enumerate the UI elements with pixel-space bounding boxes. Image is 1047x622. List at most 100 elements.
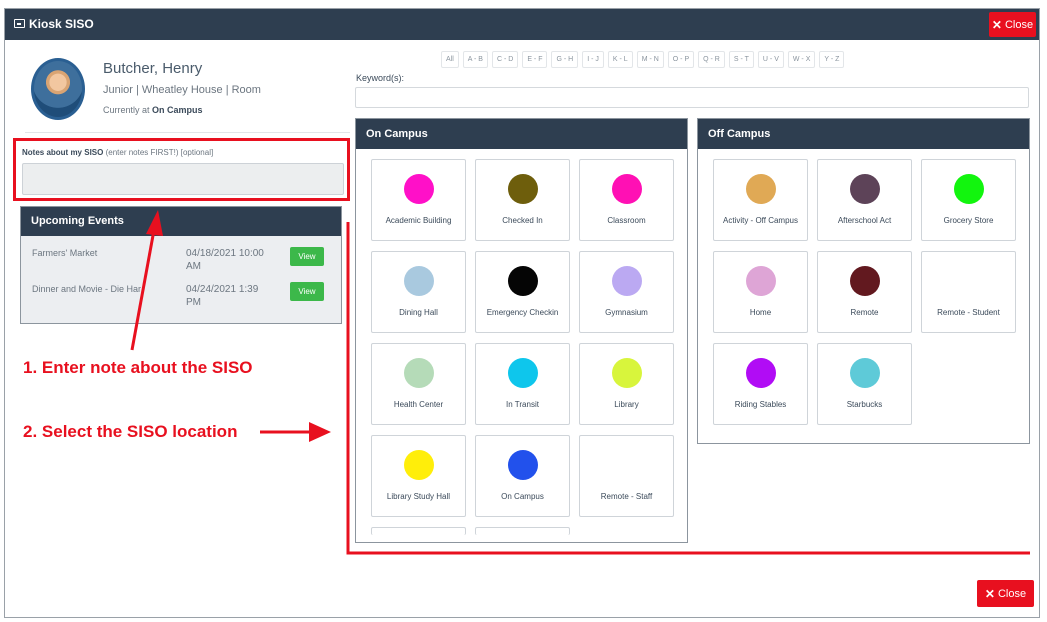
- location-tile[interactable]: Activity - Off Campus: [713, 159, 808, 241]
- on-campus-panel: On Campus Academic Building Checked In Cla…: [355, 118, 688, 543]
- on-campus-header: On Campus: [356, 119, 687, 149]
- letter-filter[interactable]: A - B: [462, 51, 488, 68]
- event-name: Dinner and Movie - Die Har: [32, 284, 142, 294]
- location-color-icon: [850, 266, 880, 296]
- location-label: Academic Building: [385, 216, 452, 225]
- student-meta: Junior | Wheatley House | Room: [103, 84, 261, 96]
- location-label: Library Study Hall: [386, 492, 451, 501]
- letter-filter[interactable]: All: [441, 51, 459, 68]
- event-view-button[interactable]: View: [290, 282, 324, 301]
- location-label: Afterschool Act: [837, 216, 892, 225]
- location-color-icon: [746, 266, 776, 296]
- location-label: Library: [614, 400, 639, 409]
- location-tile[interactable]: Remote - Student: [921, 251, 1016, 333]
- location-tile[interactable]: Library Study Hall: [371, 435, 466, 517]
- location-tile[interactable]: Emergency Checkin: [475, 251, 570, 333]
- location-label: Home: [749, 308, 772, 317]
- location-label: Checked In: [502, 216, 543, 225]
- letter-filter-bar: All A - B C - D E - F G - H I - J K - L …: [441, 51, 845, 68]
- notes-label-main: Notes about my SISO: [22, 148, 104, 157]
- location-tile[interactable]: Afterschool Act: [817, 159, 912, 241]
- location-label: Remote - Staff: [600, 492, 653, 501]
- location-color-icon: [508, 450, 538, 480]
- location-tile[interactable]: Classroom: [579, 159, 674, 241]
- upcoming-events-panel: Upcoming Events Farmers' Market 04/18/20…: [20, 206, 342, 324]
- location-color-icon: [508, 266, 538, 296]
- location-color-icon: [850, 358, 880, 388]
- divider: [25, 132, 350, 133]
- location-tile[interactable]: Academic Building: [371, 159, 466, 241]
- location-value: On Campus: [152, 105, 203, 115]
- event-date: 04/24/2021 1:39 PM: [186, 284, 259, 308]
- close-icon: ✕: [991, 17, 1002, 32]
- location-color-icon: [746, 358, 776, 388]
- location-tile[interactable]: Gymnasium: [579, 251, 674, 333]
- location-color-icon: [508, 174, 538, 204]
- location-color-icon: [404, 358, 434, 388]
- keyword-label: Keyword(s):: [356, 73, 405, 83]
- location-tile[interactable]: Starbucks: [817, 343, 912, 425]
- letter-filter[interactable]: S - T: [728, 51, 754, 68]
- off-campus-header: Off Campus: [698, 119, 1029, 149]
- location-color-icon: [612, 358, 642, 388]
- location-label: Activity - Off Campus: [723, 216, 798, 225]
- letter-filter[interactable]: U - V: [757, 51, 784, 68]
- location-tile[interactable]: Home: [713, 251, 808, 333]
- location-tile[interactable]: Library: [579, 343, 674, 425]
- letter-filter[interactable]: C - D: [491, 51, 519, 68]
- title-bar: Kiosk SISO ✕ Close: [5, 9, 1039, 40]
- location-tile[interactable]: On Campus: [475, 435, 570, 517]
- letter-filter[interactable]: O - P: [667, 51, 695, 68]
- letter-filter[interactable]: E - F: [522, 51, 548, 68]
- location-tile[interactable]: Dining Hall: [371, 251, 466, 333]
- close-icon: ✕: [984, 586, 995, 601]
- close-button-top[interactable]: ✕ Close: [989, 12, 1036, 37]
- location-tile[interactable]: Grocery Store: [921, 159, 1016, 241]
- location-color-icon: [954, 174, 984, 204]
- location-tile[interactable]: Riding Stables: [713, 343, 808, 425]
- letter-filter[interactable]: K - L: [607, 51, 633, 68]
- location-label: Grocery Store: [943, 216, 994, 225]
- notes-textarea[interactable]: [22, 163, 344, 195]
- window-icon: [14, 19, 25, 28]
- location-tile[interactable]: Remote: [817, 251, 912, 333]
- location-color-icon: [508, 358, 538, 388]
- letter-filter[interactable]: W - X: [787, 51, 816, 68]
- location-color-icon: [404, 174, 434, 204]
- location-tile[interactable]: In Transit: [475, 343, 570, 425]
- location-label: Starbucks: [846, 400, 883, 409]
- events-header: Upcoming Events: [21, 207, 341, 236]
- annotation-step-2: 2. Select the SISO location: [23, 422, 238, 441]
- location-tile[interactable]: Remote - Staff: [579, 435, 674, 517]
- letter-filter[interactable]: G - H: [551, 51, 579, 68]
- close-label: Close: [1004, 18, 1034, 31]
- letter-filter[interactable]: Y - Z: [819, 51, 845, 68]
- off-campus-panel: Off Campus Activity - Off Campus Aftersch…: [697, 118, 1030, 444]
- location-tile[interactable]: Health Center: [371, 343, 466, 425]
- location-color-icon: [850, 174, 880, 204]
- location-label: Gymnasium: [605, 308, 648, 317]
- location-label: On Campus: [501, 492, 544, 501]
- location-label: Remote - Student: [937, 308, 1000, 317]
- notes-highlight: Notes about my SISO (enter notes FIRST!)…: [13, 138, 350, 201]
- location-label: Classroom: [607, 216, 646, 225]
- location-color-icon: [746, 174, 776, 204]
- location-label: Riding Stables: [734, 400, 787, 409]
- notes-label: Notes about my SISO (enter notes FIRST!)…: [22, 148, 213, 157]
- location-tile[interactable]: Checked In: [475, 159, 570, 241]
- letter-filter[interactable]: Q - R: [698, 51, 725, 68]
- notes-label-hint: (enter notes FIRST!) [optional]: [105, 148, 214, 157]
- keyword-input[interactable]: [355, 87, 1029, 108]
- location-tile-partial[interactable]: [371, 527, 466, 535]
- location-label: Dining Hall: [399, 308, 438, 317]
- letter-filter[interactable]: M - N: [636, 51, 664, 68]
- kiosk-window: Kiosk SISO ✕ Close Butcher, Henry Junior…: [4, 8, 1040, 618]
- event-view-button[interactable]: View: [290, 247, 324, 266]
- letter-filter[interactable]: I - J: [582, 51, 604, 68]
- location-tile-partial[interactable]: [475, 527, 570, 535]
- student-name: Butcher, Henry: [103, 60, 203, 77]
- current-location: Currently at On Campus: [103, 105, 203, 115]
- annotation-step-1: 1. Enter note about the SISO: [23, 358, 253, 377]
- close-button-bottom[interactable]: ✕ Close: [977, 580, 1034, 607]
- location-label: Emergency Checkin: [486, 308, 559, 317]
